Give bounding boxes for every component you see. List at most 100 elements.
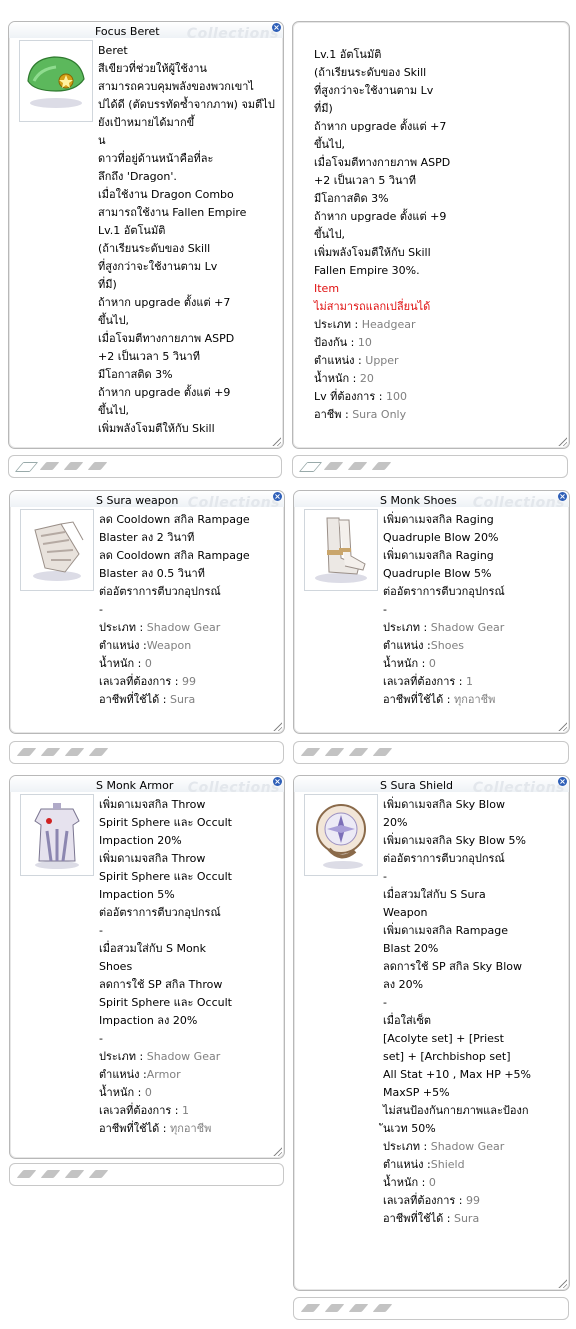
description-line: Spirit Sphere และ Occult bbox=[99, 868, 279, 886]
description-line: ขึ้นไป, bbox=[314, 226, 564, 244]
description-line: ที่มี) bbox=[314, 100, 564, 118]
resize-handle-icon[interactable] bbox=[557, 1278, 567, 1288]
armor-icon bbox=[20, 794, 94, 876]
description-text: ตำแหน่ง : bbox=[99, 1068, 147, 1081]
item-title: S Sura Shield bbox=[380, 779, 454, 792]
card-slot-icon bbox=[16, 1170, 37, 1178]
description-text: เมื่อโจมตีทางกายภาพ ASPD bbox=[314, 156, 451, 169]
description-line: ันเวท 50% bbox=[383, 1120, 563, 1138]
item-window-s-sura-weapon[interactable]: S Sura weapon Collections × ลด Cooldown … bbox=[9, 490, 285, 734]
collections-watermark: Collections bbox=[187, 780, 280, 796]
title-bar[interactable]: S Monk Shoes Collections × bbox=[294, 491, 569, 511]
description-line: ถ้าหาก upgrade ตั้งแต่ +7 bbox=[314, 118, 564, 136]
description-line: - bbox=[99, 601, 279, 619]
card-slot-icon bbox=[372, 748, 393, 756]
description-text: ต่ออัตราการตีบวกอุปกรณ์ bbox=[99, 585, 221, 598]
card-slot-icon bbox=[324, 748, 345, 756]
property-value: 99 bbox=[182, 675, 196, 688]
description-text: - bbox=[383, 870, 387, 883]
close-icon[interactable]: × bbox=[273, 777, 282, 786]
property-value: 100 bbox=[385, 390, 407, 403]
description-line: Blaster ลง 2 วินาที bbox=[99, 529, 279, 547]
close-icon[interactable]: × bbox=[558, 777, 567, 786]
description-text: set] + [Archbishop set] bbox=[383, 1050, 511, 1063]
title-bar[interactable]: Focus Beret Collections × bbox=[9, 22, 283, 42]
description-text: Spirit Sphere และ Occult bbox=[99, 996, 232, 1009]
description-line: ลดการใช้ SP สกิล Sky Blow bbox=[383, 958, 563, 976]
description-text: Weapon bbox=[383, 906, 428, 919]
collections-watermark: Collections bbox=[472, 780, 565, 796]
description-line: ไม่สามารถแลกเปลี่ยนได้ bbox=[314, 298, 564, 316]
description-line: - bbox=[99, 922, 279, 940]
property-value: Shadow Gear bbox=[146, 621, 221, 634]
description-line: ประเภท : Shadow Gear bbox=[383, 619, 563, 637]
description-text: อาชีพ : bbox=[314, 408, 353, 421]
description-line: Quadruple Blow 5% bbox=[383, 565, 563, 583]
description-line: เลเวลที่ต้องการ : 99 bbox=[99, 673, 279, 691]
description-line: - bbox=[383, 868, 563, 886]
description-text: ลง 20% bbox=[383, 978, 424, 991]
description-text: ดาวที่อยู่ด้านหน้าคือที่ละ bbox=[98, 152, 214, 165]
description-text: ต่ออัตราการตีบวกอุปกรณ์ bbox=[383, 585, 505, 598]
collections-watermark: Collections bbox=[186, 26, 279, 42]
item-window-focus-beret[interactable]: Focus Beret Collections × Beret สีเขียวที… bbox=[8, 21, 284, 449]
description-text: ถ้าหาก upgrade ตั้งแต่ +9 bbox=[314, 210, 447, 223]
description-line: Item bbox=[314, 280, 564, 298]
description-line: [Acolyte set] + [Priest bbox=[383, 1030, 563, 1048]
description-text: เมื่อใส่เซ็ต bbox=[383, 1014, 432, 1027]
card-slot-icon bbox=[300, 748, 321, 756]
description-line: Lv ที่ต้องการ : 100 bbox=[314, 388, 564, 406]
description-line: Spirit Sphere และ Occult bbox=[99, 994, 279, 1012]
gauntlet-icon bbox=[20, 509, 94, 591]
card-slot-icon bbox=[371, 462, 392, 470]
description-text: Quadruple Blow 5% bbox=[383, 567, 492, 580]
card-slot-icon bbox=[300, 1304, 321, 1312]
description-text: เลเวลที่ต้องการ : bbox=[383, 1194, 466, 1207]
property-value: 1 bbox=[182, 1104, 189, 1117]
description-line: เมื่อสวมใส่กับ S Monk bbox=[99, 940, 279, 958]
description-line: ประเภท : Headgear bbox=[314, 316, 564, 334]
description-text: น้ำหนัก : bbox=[99, 1086, 145, 1099]
description-line: ขึ้นไป, bbox=[314, 136, 564, 154]
resize-handle-icon[interactable] bbox=[557, 436, 567, 446]
description-text: อาชีพที่ใช้ได้ : bbox=[99, 1122, 170, 1135]
property-value: Shield bbox=[430, 1158, 465, 1171]
description-text: ประเภท : bbox=[383, 1140, 431, 1153]
item-window-focus-beret-continued[interactable]: Lv.1 อัตโนมัติ (ถ้าเรียนระดับของ Skill ที่… bbox=[292, 21, 570, 449]
property-value: 99 bbox=[466, 1194, 480, 1207]
card-slot-icon bbox=[64, 1170, 85, 1178]
description-line: ลง 20% bbox=[383, 976, 563, 994]
item-window-s-sura-shield[interactable]: S Sura Shield Collections × เพิ่มดาเมจสก… bbox=[293, 775, 570, 1291]
description-line: น้ำหนัก : 0 bbox=[99, 655, 279, 673]
description-text: Blaster ลง 2 วินาที bbox=[99, 531, 195, 544]
title-bar[interactable]: S Sura Shield Collections × bbox=[294, 776, 569, 796]
resize-handle-icon[interactable] bbox=[272, 1146, 282, 1156]
description-text: Lv.1 อัตโนมัติ bbox=[314, 48, 382, 61]
description-line: - bbox=[99, 1030, 279, 1048]
shield-icon bbox=[304, 794, 378, 876]
collections-watermark: Collections bbox=[187, 495, 280, 511]
item-window-s-monk-shoes[interactable]: S Monk Shoes Collections × เพิ่มดาเมจสกิ… bbox=[293, 490, 570, 734]
description-line: Impaction 20% bbox=[99, 832, 279, 850]
description-line: เมื่อใส่เซ็ต bbox=[383, 1012, 563, 1030]
close-icon[interactable]: × bbox=[272, 23, 281, 32]
description-text: เพิ่มดาเมจสกิล Throw bbox=[99, 798, 206, 811]
close-icon[interactable]: × bbox=[558, 492, 567, 501]
description-text: ที่มี) bbox=[98, 278, 117, 291]
description-text: Lv.1 อัตโนมัติ bbox=[98, 224, 166, 237]
close-icon[interactable]: × bbox=[273, 492, 282, 501]
description-text: ที่สูงกว่าจะใช้งานตาม Lv bbox=[98, 260, 218, 273]
resize-handle-icon[interactable] bbox=[272, 721, 282, 731]
description-text: ตำแหน่ง : bbox=[99, 639, 147, 652]
resize-handle-icon[interactable] bbox=[557, 721, 567, 731]
item-window-s-monk-armor[interactable]: S Monk Armor Collections × เพิ่มดาเมจสกิ… bbox=[9, 775, 285, 1159]
description-text: - bbox=[383, 603, 387, 616]
title-bar[interactable]: S Sura weapon Collections × bbox=[10, 491, 284, 511]
description-text: (ถ้าเรียนระดับของ Skill bbox=[98, 242, 211, 255]
title-bar[interactable]: S Monk Armor Collections × bbox=[10, 776, 284, 796]
description-line: ประเภท : Shadow Gear bbox=[99, 619, 279, 637]
description-text: ตำแหน่ง : bbox=[383, 639, 431, 652]
description-text: - bbox=[99, 924, 103, 937]
description-text: อาชีพที่ใช้ได้ : bbox=[99, 693, 170, 706]
item-description: เพิ่มดาเมจสกิล Throw Spirit Sphere และ Oc… bbox=[99, 796, 279, 1138]
